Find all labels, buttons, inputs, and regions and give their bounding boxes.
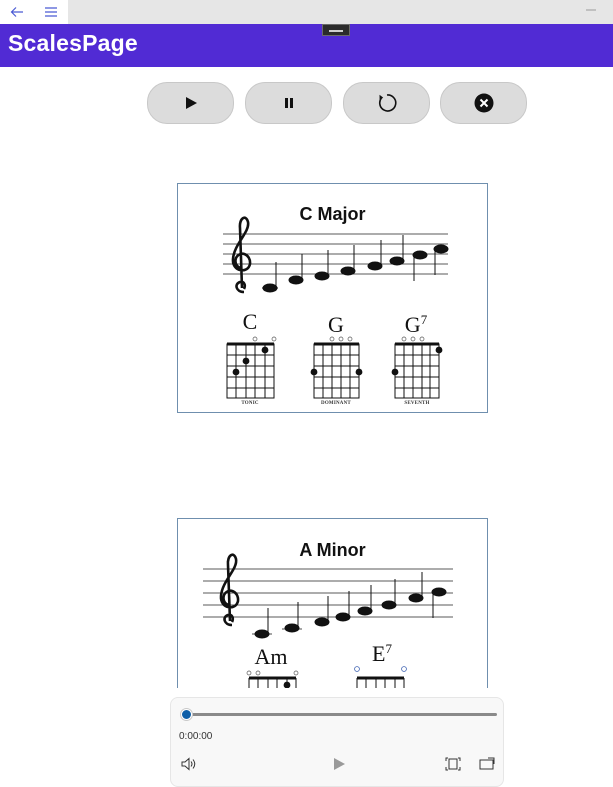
cast-button[interactable] bbox=[477, 756, 497, 772]
restart-icon bbox=[378, 94, 397, 112]
pause-icon bbox=[284, 98, 293, 108]
pause-button[interactable] bbox=[245, 82, 332, 124]
time-display: 0:00:00 bbox=[179, 731, 213, 742]
menu-button[interactable] bbox=[34, 0, 68, 24]
play-icon bbox=[185, 97, 197, 109]
app-header: ScalesPage bbox=[0, 24, 613, 67]
treble-clef-icon bbox=[219, 553, 240, 627]
chord-name-e7: E7 bbox=[372, 641, 392, 666]
media-player: 0:00:00 bbox=[170, 697, 504, 787]
treble-clef-icon bbox=[231, 216, 252, 294]
chord-name-c: C bbox=[242, 309, 258, 334]
arrow-left-icon bbox=[10, 7, 23, 17]
close-circle-icon bbox=[474, 93, 493, 113]
back-button[interactable] bbox=[0, 0, 34, 24]
chord-role-seventh: SEVENTH bbox=[404, 401, 430, 406]
seek-bar[interactable] bbox=[185, 713, 497, 716]
stop-button[interactable] bbox=[440, 82, 527, 124]
chord-role-tonic: TONIC bbox=[241, 401, 259, 406]
aspect-ratio-icon bbox=[445, 757, 461, 771]
chord-name-g: G bbox=[328, 312, 344, 337]
aspect-ratio-button[interactable] bbox=[443, 756, 463, 772]
chord-diagram-e7 bbox=[356, 676, 405, 688]
scale-sheet-a-minor: A Minor Am E7 bbox=[177, 518, 488, 688]
player-play-button[interactable] bbox=[329, 756, 349, 772]
volume-button[interactable] bbox=[179, 756, 199, 772]
window-title-bar bbox=[0, 0, 613, 24]
cast-icon bbox=[479, 757, 495, 770]
play-button[interactable] bbox=[147, 82, 234, 124]
chord-diagram-g bbox=[313, 342, 360, 399]
chord-name-g7: G7 bbox=[404, 312, 428, 337]
scale-title: C Major bbox=[299, 204, 366, 224]
volume-icon bbox=[181, 757, 196, 771]
chord-name-am: Am bbox=[254, 644, 288, 669]
play-icon bbox=[334, 758, 345, 770]
scale-sheet-c-major: C Major C G G7 TONIC DOMINANT SEVENTH bbox=[177, 183, 488, 413]
seek-thumb[interactable] bbox=[181, 709, 192, 720]
hamburger-icon bbox=[45, 7, 57, 17]
restart-button[interactable] bbox=[343, 82, 430, 124]
scale-title: A Minor bbox=[299, 540, 366, 560]
chord-role-dominant: DOMINANT bbox=[321, 401, 351, 406]
drag-handle[interactable] bbox=[322, 24, 350, 36]
minimize-icon[interactable] bbox=[585, 4, 597, 16]
page-title: ScalesPage bbox=[8, 30, 138, 56]
chord-diagram-g7 bbox=[394, 342, 440, 399]
